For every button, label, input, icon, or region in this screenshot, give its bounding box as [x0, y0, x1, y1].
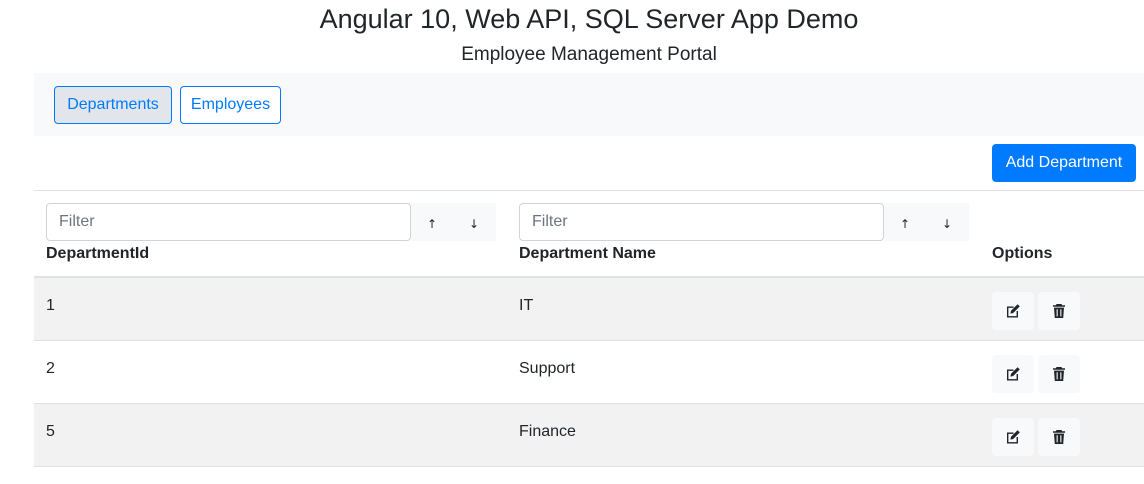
table-row: 2 Support	[34, 341, 1144, 404]
department-id-cell: 5	[46, 423, 55, 440]
department-id-cell: 2	[46, 360, 55, 377]
department-id-sort-asc-button[interactable]: ↑	[411, 203, 453, 241]
delete-button[interactable]	[1038, 418, 1080, 456]
arrow-up-icon: ↑	[426, 217, 438, 231]
department-name-cell: IT	[519, 297, 534, 314]
department-id-cell: 1	[46, 297, 55, 314]
column-header-options: Options	[992, 245, 1053, 262]
department-name-filter-input[interactable]	[519, 203, 884, 241]
department-name-sort-desc-button[interactable]: ↓	[926, 203, 968, 241]
trash-icon	[1053, 430, 1065, 444]
add-department-button[interactable]: Add Department	[992, 144, 1136, 182]
department-id-filter-input[interactable]	[46, 203, 411, 241]
arrow-up-icon: ↑	[899, 217, 911, 231]
department-name-sort-group: ↑ ↓	[884, 203, 969, 241]
trash-icon	[1053, 367, 1065, 381]
column-header-department-name: Department Name	[519, 245, 656, 262]
employees-tab-button[interactable]: Employees	[180, 86, 281, 124]
edit-button[interactable]	[992, 418, 1034, 456]
edit-icon	[1007, 367, 1020, 381]
edit-icon	[1007, 430, 1020, 444]
nav-bar: Departments Employees	[34, 73, 1144, 136]
app-title: Angular 10, Web API, SQL Server App Demo	[319, 4, 859, 34]
table-row: 1 IT	[34, 278, 1144, 341]
departments-tab-button[interactable]: Departments	[54, 86, 172, 124]
column-header-department-id: DepartmentId	[46, 245, 150, 262]
table-row: 5 Finance	[34, 404, 1144, 467]
department-id-sort-group: ↑ ↓	[411, 203, 496, 241]
department-name-sort-asc-button[interactable]: ↑	[884, 203, 926, 241]
delete-button[interactable]	[1038, 292, 1080, 330]
app-subtitle: Employee Management Portal	[461, 44, 717, 65]
department-name-cell: Support	[519, 360, 576, 377]
arrow-down-icon: ↓	[468, 217, 480, 231]
department-id-sort-desc-button[interactable]: ↓	[453, 203, 495, 241]
page: Angular 10, Web API, SQL Server App Demo…	[0, 0, 1144, 484]
delete-button[interactable]	[1038, 355, 1080, 393]
arrow-down-icon: ↓	[941, 217, 953, 231]
edit-button[interactable]	[992, 292, 1034, 330]
department-name-cell: Finance	[519, 423, 576, 440]
edit-icon	[1007, 304, 1020, 318]
trash-icon	[1053, 304, 1065, 318]
divider	[34, 190, 1144, 191]
edit-button[interactable]	[992, 355, 1034, 393]
